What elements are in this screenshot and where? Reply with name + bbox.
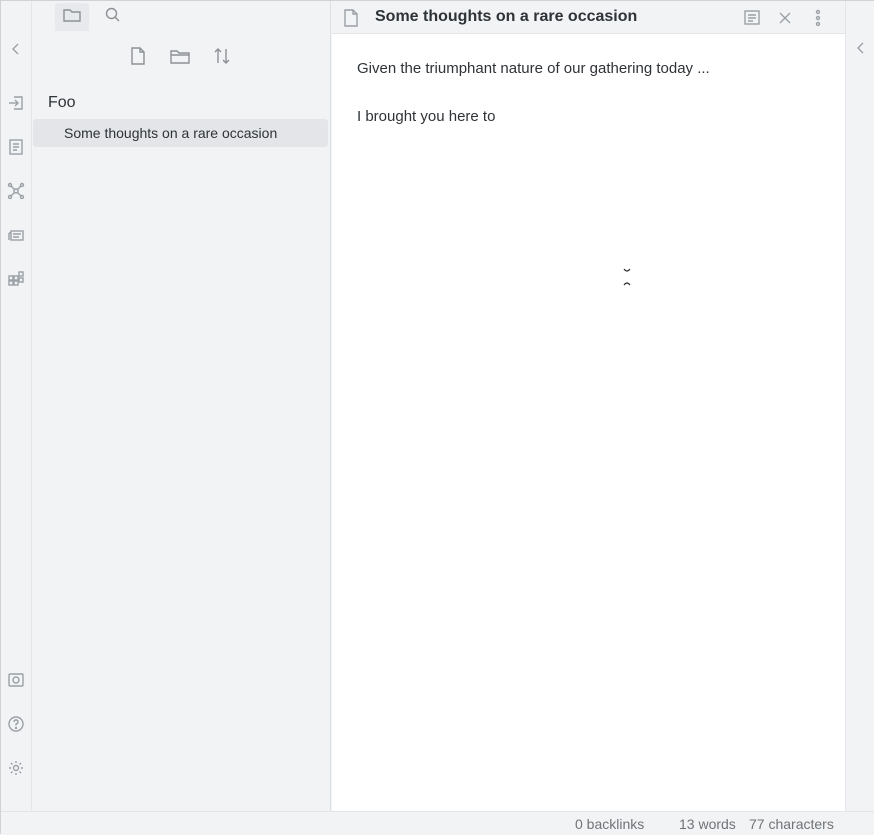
expand-right-sidebar-icon[interactable] <box>854 41 868 60</box>
character-count: 77 characters <box>749 816 834 832</box>
open-quick-switcher-icon[interactable] <box>6 93 26 113</box>
word-count: 13 words <box>679 816 736 832</box>
sort-button[interactable] <box>209 45 235 71</box>
graph-view-icon[interactable] <box>6 181 26 201</box>
paragraph[interactable]: I brought you here to <box>357 107 827 127</box>
file-icon <box>340 7 362 29</box>
file-explorer-sidebar: Foo Some thoughts on a rare occasion <box>32 1 331 811</box>
search-tab[interactable] <box>96 3 130 31</box>
pane-header: Some thoughts on a rare occasion <box>332 1 845 34</box>
left-ribbon <box>1 1 32 811</box>
search-icon <box>104 6 122 29</box>
sort-icon <box>212 46 232 71</box>
editor-pane: Some thoughts on a rare occasion Given t… <box>332 1 845 811</box>
paragraph[interactable]: Given the triumphant nature of our gathe… <box>357 59 827 79</box>
text-cursor-icon <box>622 265 632 289</box>
collapse-left-icon[interactable] <box>6 39 26 59</box>
new-note-icon <box>129 46 147 71</box>
new-note-button[interactable] <box>125 45 151 71</box>
settings-icon[interactable] <box>6 758 26 778</box>
vault-icon[interactable] <box>6 670 26 690</box>
help-icon[interactable] <box>6 714 26 734</box>
slides-icon[interactable] <box>6 225 26 245</box>
right-sidebar-collapsed <box>845 1 874 811</box>
reading-view-icon[interactable] <box>741 7 763 29</box>
file-explorer-tab[interactable] <box>55 3 89 31</box>
close-icon[interactable] <box>774 7 796 29</box>
note-editor[interactable]: Given the triumphant nature of our gathe… <box>357 59 827 155</box>
new-folder-button[interactable] <box>167 45 193 71</box>
command-palette-icon[interactable] <box>6 269 26 289</box>
daily-note-icon[interactable] <box>6 137 26 157</box>
new-folder-icon <box>169 47 191 70</box>
folder-icon <box>62 6 82 29</box>
status-bar: 0 backlinks 13 words 77 characters <box>1 811 874 835</box>
sidebar-tab-bar <box>32 1 331 33</box>
backlinks-count[interactable]: 0 backlinks <box>575 816 644 832</box>
file-item[interactable]: Some thoughts on a rare occasion <box>33 119 328 147</box>
app-window: Foo Some thoughts on a rare occasion Som… <box>0 0 874 835</box>
folder-item-foo[interactable]: Foo <box>48 94 76 112</box>
more-options-icon[interactable] <box>807 7 829 29</box>
file-explorer-actions <box>32 45 331 73</box>
note-title[interactable]: Some thoughts on a rare occasion <box>375 8 637 26</box>
